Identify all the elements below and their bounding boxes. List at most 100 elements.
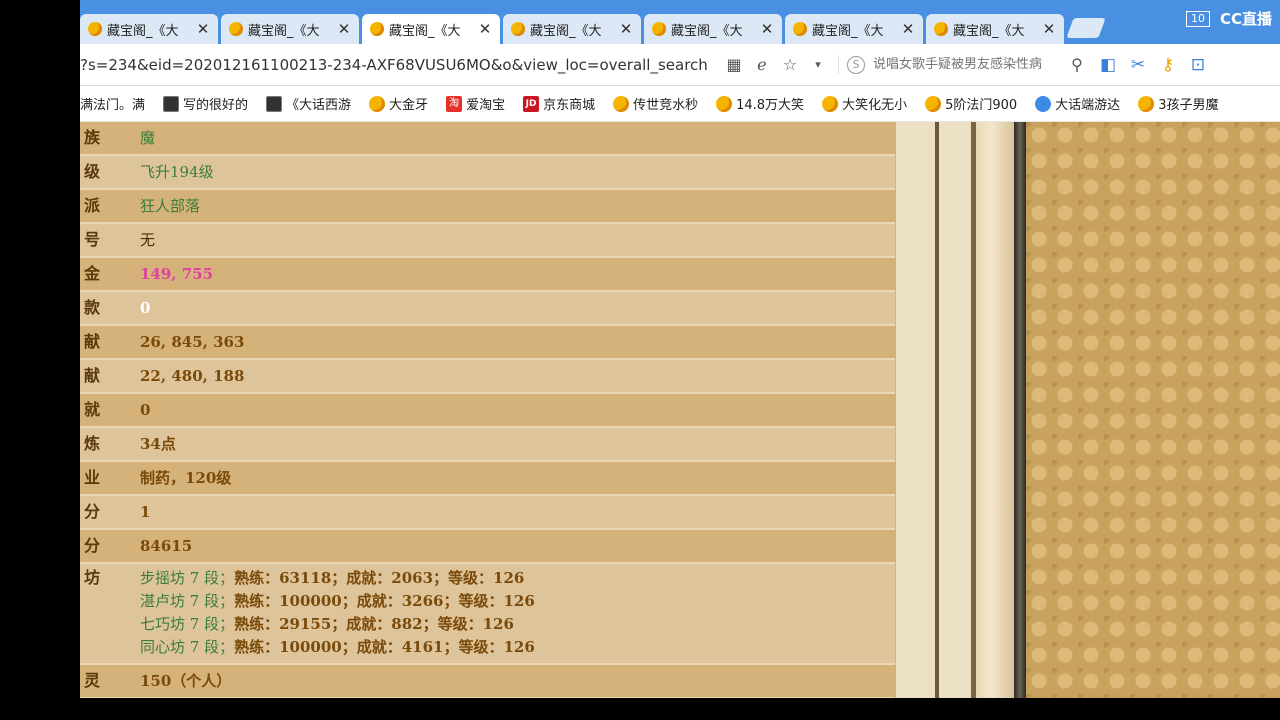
game-icon [163,95,180,112]
browser-tab[interactable]: 藏宝阁_《大 ✕ [221,14,359,44]
tab-favicon-icon [793,22,807,36]
translate-icon[interactable]: ⊡ [1183,55,1213,75]
letterbox-left [0,0,80,720]
url-field[interactable]: ?s=234&eid=202012161100213-234-AXF68VUSU… [80,56,720,74]
row-value: 84615 [140,537,193,555]
bookmark-item[interactable]: 大话端游达 [1035,94,1120,113]
key-icon[interactable]: ⚷ [1153,55,1183,75]
tab-title: 藏宝阁_《大 [953,23,1025,39]
info-row: 献 22, 480, 188 [80,360,895,394]
row-value: 26, 845, 363 [140,333,245,351]
bookmark-item[interactable]: 淘爱淘宝 [446,94,505,113]
qr-code-icon[interactable]: ▦ [720,55,748,74]
row-label: 族 [84,128,101,147]
bookmark-item[interactable]: 大笑化无小 [822,94,907,113]
tab-title: 藏宝阁_《大 [671,23,743,39]
tab-favicon-icon [511,22,525,36]
bookmark-label: 大话端游达 [1055,98,1121,113]
row-value: 149, 755 [140,265,214,283]
scroll-decoration [976,122,1014,698]
new-tab-button[interactable] [1066,18,1106,38]
browser-tab-active[interactable]: 藏宝阁_《大 ✕ [362,14,500,44]
tab-favicon-icon [652,22,666,36]
close-tab-icon[interactable]: ✕ [337,20,351,38]
close-tab-icon[interactable]: ✕ [196,20,210,38]
bookmark-item[interactable]: 14.8万大笑 [716,94,804,113]
bookmark-item[interactable]: 传世竞水秒 [613,94,698,113]
back-page-icon[interactable]: ◧ [1093,55,1123,75]
row-value: 制药，120级 [140,469,232,487]
side-panel [939,122,971,698]
info-row: 分 84615 [80,530,895,564]
info-row: 灵 150（个人） [80,665,895,698]
row-label: 灵 [84,671,101,690]
close-tab-icon[interactable]: ✕ [1042,20,1056,38]
tab-title: 藏宝阁_《大 [107,23,179,39]
bookmarks-bar: 满法门。满 写的很好的 《大话西游 大金牙 淘爱淘宝 JD 京东商城 传世竞水秒 … [80,86,1280,122]
info-row: 金 149, 755 [80,258,895,292]
info-row: 款0 [80,292,895,326]
bookmark-star-icon[interactable]: ☆ [776,55,804,74]
bookmark-label: 大金牙 [389,98,429,113]
bookmark-label: 爱淘宝 [466,98,506,113]
bookmark-item[interactable]: 5阶法门900 [925,94,1017,113]
background-pattern [1026,122,1280,698]
bookmark-item[interactable]: 《大话西游 [266,94,351,113]
bookmark-item[interactable]: 写的很好的 [163,94,248,113]
scroll-rod [1014,122,1026,698]
close-tab-icon[interactable]: ✕ [760,20,774,38]
tab-favicon-icon [370,22,384,36]
bookmark-label: 写的很好的 [183,98,249,113]
row-label: 分 [84,502,101,521]
browser-tab[interactable]: 藏宝阁_《大 ✕ [80,14,218,44]
row-label: 级 [84,162,101,181]
bookmark-item[interactable]: 满法门。满 [80,94,145,113]
cc-live-label[interactable]: CC直播 [1220,8,1272,29]
workshop-name: 湛卢坊 7 段； [140,592,235,610]
bookmark-item[interactable]: JD 京东商城 [523,94,595,113]
bookmark-item[interactable]: 3孩子男魔 [1138,94,1218,113]
tab-favicon-icon [88,22,102,36]
browser-tab[interactable]: 藏宝阁_《大 ✕ [644,14,782,44]
tab-count-badge[interactable]: 10 [1185,10,1210,27]
search-icon[interactable]: ⚲ [1063,55,1091,74]
bookmark-label: 京东商城 [543,98,596,113]
info-row: 献 26, 845, 363 [80,326,895,360]
workshop-item: 同心坊 7 段；熟练：100000；成就：4161；等级：126 [140,636,895,659]
row-value: 魔 [140,129,156,147]
workshop-name: 七巧坊 7 段； [140,615,235,633]
info-row: 级 飞升194级 [80,156,895,190]
browser-tab[interactable]: 藏宝阁_《大 ✕ [926,14,1064,44]
browser-tab[interactable]: 藏宝阁_《大 ✕ [785,14,923,44]
tab-title: 藏宝阁_《大 [812,23,884,39]
search-input[interactable] [873,57,1063,72]
tab-bar: 藏宝阁_《大 ✕ 藏宝阁_《大 ✕ 藏宝阁_《大 ✕ 藏宝阁_《大 ✕ 藏宝阁_… [80,0,1280,44]
letterbox-bottom [0,698,1280,720]
star-favicon-icon [369,95,386,112]
workshop-name: 同心坊 7 段； [140,638,235,656]
bookmark-item[interactable]: 大金牙 [369,94,428,113]
row-value: 150（个人） [140,672,232,690]
address-bar: ?s=234&eid=202012161100213-234-AXF68VUSU… [80,44,1280,86]
browser-tab[interactable]: 藏宝阁_《大 ✕ [503,14,641,44]
compat-mode-icon[interactable]: ℯ [748,55,776,74]
bookmark-label: 满法门。满 [80,98,146,113]
row-value: 狂人部落 [140,197,201,215]
page-content: 族魔 级飞升194级 派狂人部落 号无 金 149, 755 款0 献 26, 84… [80,122,1280,698]
scissors-icon[interactable]: ✂ [1123,55,1153,75]
info-row: 就0 [80,394,895,428]
bookmark-label: 传世竞水秒 [633,98,699,113]
close-tab-icon[interactable]: ✕ [478,20,492,38]
row-label: 就 [84,400,101,419]
close-tab-icon[interactable]: ✕ [901,20,915,38]
search-engine-icon[interactable]: S [847,55,865,74]
side-panel [895,122,935,698]
bookmark-label: 《大话西游 [286,98,352,113]
workshop-name: 步摇坊 7 段； [140,569,235,587]
close-tab-icon[interactable]: ✕ [619,20,633,38]
info-row: 业 制药，120级 [80,462,895,496]
chevron-down-icon[interactable]: ▾ [804,58,832,71]
star-favicon-icon [822,95,839,112]
search-box: S ⚲ [838,55,1093,74]
info-row: 族魔 [80,122,895,156]
